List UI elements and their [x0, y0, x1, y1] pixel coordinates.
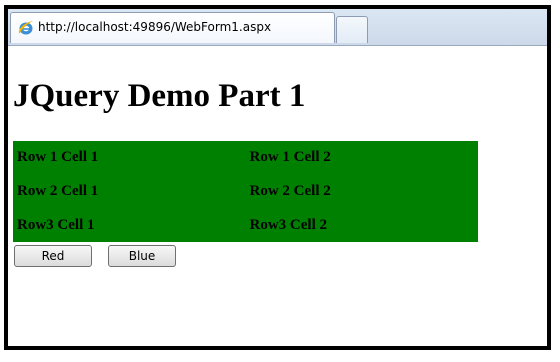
tab-title: http://localhost:49896/WebForm1.aspx	[38, 20, 272, 34]
browser-tab-active[interactable]: http://localhost:49896/WebForm1.aspx	[10, 12, 335, 43]
ie-icon	[17, 19, 35, 37]
page-content: JQuery Demo Part 1 Row 1 Cell 1 Row 1 Ce…	[8, 46, 547, 346]
table-cell: Row 1 Cell 2	[249, 149, 331, 166]
screenshot-frame: http://localhost:49896/WebForm1.aspx JQu…	[4, 5, 551, 350]
table-row: Row3 Cell 1 Row3 Cell 2	[13, 208, 478, 242]
new-tab-button[interactable]	[336, 16, 368, 43]
table-cell: Row3 Cell 1	[17, 216, 95, 233]
blue-button[interactable]: Blue	[108, 245, 176, 267]
table-row: Row 1 Cell 1 Row 1 Cell 2	[13, 141, 478, 175]
page-title: JQuery Demo Part 1	[13, 78, 306, 114]
red-button[interactable]: Red	[14, 245, 92, 267]
table-cell: Row3 Cell 2	[249, 216, 328, 233]
demo-table: Row 1 Cell 1 Row 1 Cell 2 Row 2 Cell 1 R…	[13, 141, 478, 242]
table-row: Row 2 Cell 1 Row 2 Cell 2	[13, 175, 478, 209]
table-cell: Row 1 Cell 1	[17, 149, 99, 166]
browser-tab-strip: http://localhost:49896/WebForm1.aspx	[8, 9, 547, 46]
table-cell: Row 2 Cell 2	[249, 182, 331, 199]
table-cell: Row 2 Cell 1	[17, 182, 99, 199]
